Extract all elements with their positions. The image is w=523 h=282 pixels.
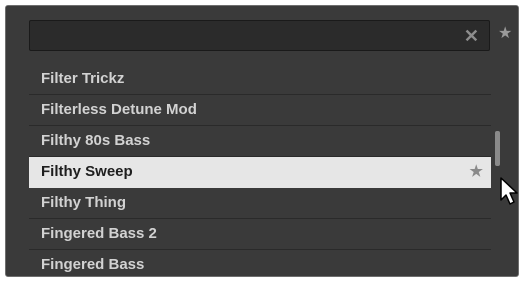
list-item-label: Filthy Sweep — [41, 163, 133, 180]
favorite-star-icon[interactable]: ★ — [470, 157, 483, 187]
search-bar: ✕ ★ — [6, 6, 518, 64]
list-item-label: Filthy 80s Bass — [41, 132, 151, 149]
list-item-label: Fingered Bass — [41, 256, 145, 273]
list-item-label: Fingered Bass 2 — [41, 225, 157, 242]
list-item[interactable]: Fingered Bass — [29, 250, 491, 276]
list-item-label: Filter Trickz — [41, 70, 125, 87]
list-item[interactable]: Filthy 80s Bass — [29, 126, 491, 157]
scrollbar[interactable] — [495, 131, 500, 166]
list-item-selected[interactable]: Filthy Sweep ★ — [29, 157, 491, 188]
list-item-label: Filterless Detune Mod — [41, 101, 197, 118]
search-input[interactable]: ✕ — [29, 20, 490, 51]
list-item[interactable]: Filthy Thing — [29, 188, 491, 219]
list-item-label: Filthy Thing — [41, 194, 126, 211]
list-item[interactable]: Fingered Bass 2 — [29, 219, 491, 250]
library-panel: ✕ ★ Filter Trickz Filterless Detune Mod … — [5, 5, 519, 277]
star-icon[interactable]: ★ — [498, 24, 512, 44]
list-item[interactable]: Filter Trickz — [29, 64, 491, 95]
mouse-pointer-icon — [500, 177, 518, 205]
result-list: Filter Trickz Filterless Detune Mod Filt… — [29, 64, 491, 276]
list-item[interactable]: Filterless Detune Mod — [29, 95, 491, 126]
close-icon[interactable]: ✕ — [464, 26, 479, 46]
